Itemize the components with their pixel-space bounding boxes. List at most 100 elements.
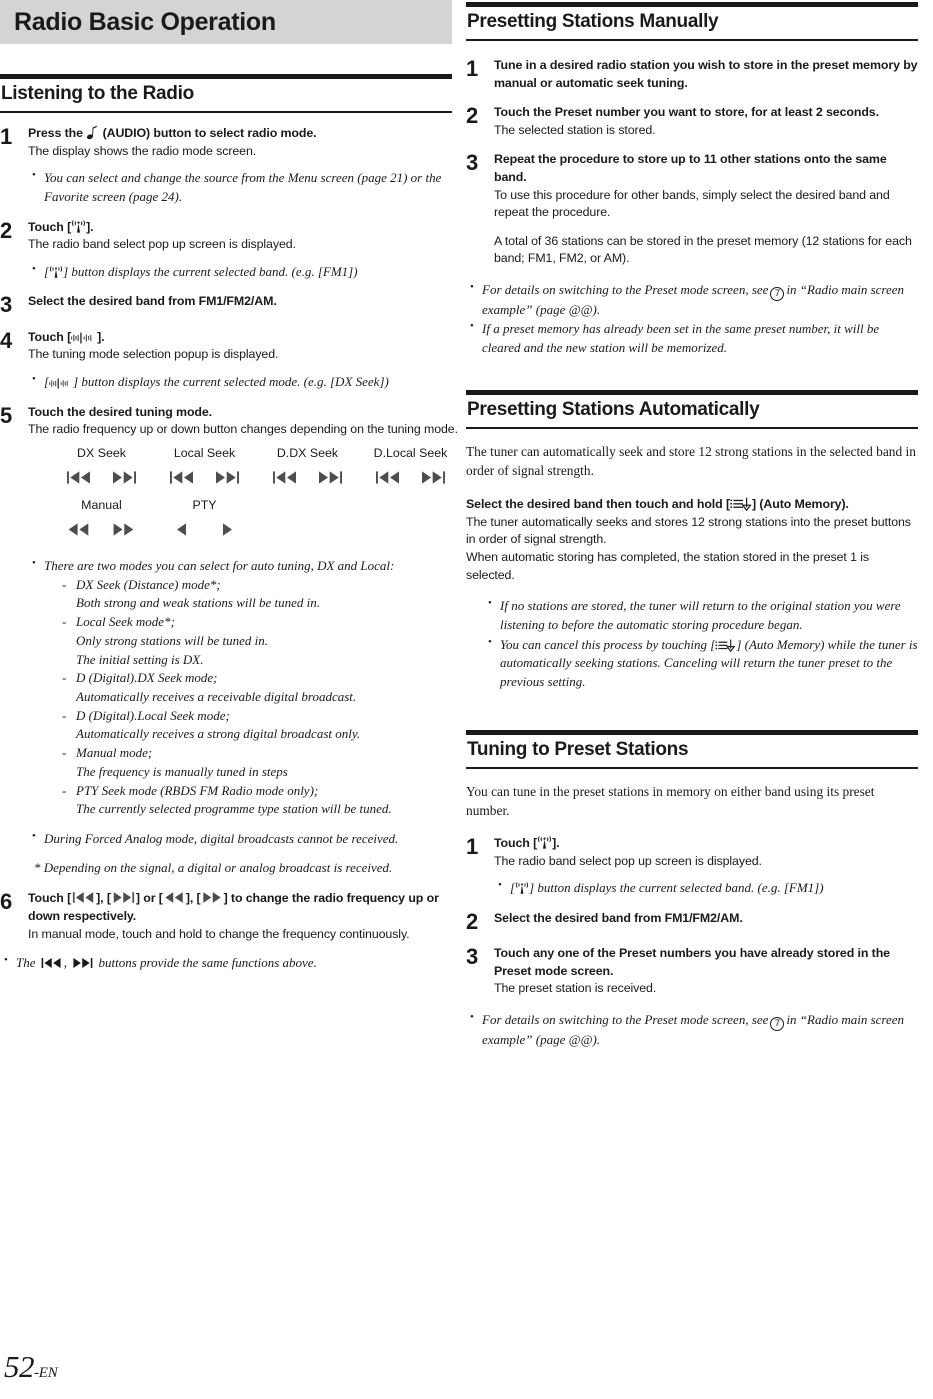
detail-item: Local Seek mode*; Only strong stations w… <box>60 613 462 669</box>
step-title-b: ], [ <box>96 891 111 906</box>
step-title: Touch [ ]. <box>28 219 452 237</box>
section-heading-listening: Listening to the Radio <box>0 74 452 113</box>
step-1: 1 Touch [ ]. The radio band select pop u… <box>466 835 918 898</box>
step-number: 4 <box>0 327 13 353</box>
tuning-notes: There are two modes you can select for a… <box>28 556 462 819</box>
final-note-list: The , buttons provide the same func <box>0 953 452 973</box>
tuning-mode-label: Local Seek <box>173 445 236 460</box>
step-title: Touch [ ], [ ] or [], [] to change the… <box>28 890 452 925</box>
antenna-icon <box>49 265 63 279</box>
step-title: Touch any one of the Preset numbers you … <box>494 946 890 978</box>
step-title-pre: Touch [ <box>494 836 538 851</box>
chapter-banner: Radio Basic Operation <box>0 0 452 44</box>
note-item: The , buttons provide the same func <box>0 953 452 973</box>
right-column: Presetting Stations Manually 1 Tune in a… <box>466 0 918 1049</box>
step-title: Touch [ ]. <box>494 835 918 853</box>
step-desc: The selected station is stored. <box>494 122 656 137</box>
note-item: You can cancel this process by touching … <box>484 635 918 692</box>
detail-item: D (Digital).Local Seek mode; Automatical… <box>60 707 462 744</box>
step-5: 5 Touch the desired tuning mode. The rad… <box>0 402 458 878</box>
step-number: 2 <box>466 103 479 129</box>
step-title-post: (AUDIO) button to select radio mode. <box>102 125 317 140</box>
note-item: [ ] button displays the current selected… <box>28 262 452 282</box>
step-3: 3 Select the desired band from FM1/FM2/A… <box>0 293 452 316</box>
step-number: 3 <box>466 150 479 176</box>
note-item: [ ] button displays the current selected… <box>494 878 918 898</box>
tuning-mode-detail-list: DX Seek (Distance) mode*; Both strong an… <box>60 576 462 819</box>
forced-analog-note: During Forced Analog mode, digital broad… <box>28 829 462 849</box>
tuning-mode-dx-seek: DX Seek <box>50 444 153 491</box>
step-title: Press the (AUDIO) button to select radio… <box>28 125 452 143</box>
skip-next-icon <box>111 890 136 905</box>
skip-previous-icon[interactable] <box>375 469 401 486</box>
skip-next-icon <box>70 956 95 970</box>
step-1: 1 Press the (AUDIO) button to select rad… <box>0 125 452 207</box>
section-title: Tuning to Preset Stations <box>467 738 689 760</box>
note-post: ] button displays the current selected b… <box>529 880 824 896</box>
section-notes: For details on switching to the Preset m… <box>466 1010 918 1049</box>
tuning-mode-manual: Manual <box>50 496 153 543</box>
tuning-mode-local-seek: Local Seek <box>153 444 256 491</box>
tuning-mode-label: PTY <box>192 498 217 513</box>
step-title-pre: Press the <box>28 125 83 140</box>
step-title: Tune in a desired radio station you wish… <box>494 57 918 90</box>
section-intro: The tuner can automatically seek and sto… <box>466 443 916 479</box>
step-title-pre: Touch [ <box>28 329 72 344</box>
tuning-mode-pty: PTY <box>153 496 256 543</box>
page-footer: 52-EN <box>4 1349 58 1385</box>
note-item: For details on switching to the Preset m… <box>466 280 918 319</box>
step-desc: The tuning mode selection popup is displ… <box>28 347 279 362</box>
skip-next-icon[interactable] <box>317 469 343 486</box>
step-title: Select the desired band from FM1/FM2/AM. <box>28 294 277 309</box>
note-post: ] button displays the current selected m… <box>73 373 389 389</box>
step-notes: You can select and change the source fro… <box>28 168 452 206</box>
step-1: 1 Tune in a desired radio station you wi… <box>466 57 918 92</box>
section-heading-presetting-automatically: Presetting Stations Automatically <box>466 389 918 429</box>
rewind-icon[interactable] <box>67 521 91 538</box>
step-title: Touch the desired tuning mode. <box>28 404 213 419</box>
step-desc: The radio frequency up or down button ch… <box>28 422 458 437</box>
note-post: ] button displays the current selected b… <box>63 263 358 279</box>
chapter-title: Radio Basic Operation <box>14 7 276 36</box>
antenna-icon <box>515 882 529 895</box>
step-notes: [ ] button displays the current selected… <box>494 878 918 898</box>
step-desc: The radio band select pop up screen is d… <box>494 853 762 868</box>
note-pre: For details on switching to the Preset m… <box>482 1011 769 1027</box>
skip-previous-icon[interactable] <box>272 469 298 486</box>
tuning-mode-d-dx-seek: D.DX Seek <box>256 444 359 491</box>
step-desc: The preset station is received. <box>494 981 657 996</box>
step-title: Touch [ ]. <box>28 329 452 347</box>
footnote-star: * Depending on the signal, a digital or … <box>34 859 393 875</box>
triangle-right-icon[interactable] <box>220 521 234 538</box>
step-4: 4 Touch []. The tuning mode selection p… <box>0 329 452 392</box>
fast-forward-icon[interactable] <box>112 521 136 538</box>
step-title: Select the desired band from FM1/FM2/AM. <box>494 911 743 926</box>
step-notes: [ ] b <box>28 372 452 392</box>
manual-page: Radio Basic Operation Listening to the R… <box>0 0 933 1399</box>
skip-next-icon[interactable] <box>214 469 240 486</box>
music-note-icon <box>86 125 99 140</box>
step-number: 2 <box>0 217 13 243</box>
note-pre: You can cancel this process by touching … <box>500 636 716 652</box>
step-title: Repeat the procedure to store up to 11 o… <box>494 152 887 184</box>
triangle-left-icon[interactable] <box>175 521 189 538</box>
step-title-post: ]. <box>97 329 105 344</box>
detail-item: PTY Seek mode (RBDS FM Radio mode only);… <box>60 782 462 819</box>
page-number: 52 <box>4 1349 35 1384</box>
skip-previous-icon[interactable] <box>66 469 92 486</box>
step-2: 2 Touch [ ]. The radio band select pop u… <box>0 219 452 282</box>
skip-next-icon[interactable] <box>420 469 446 486</box>
step-2: 2 Select the desired band from FM1/FM2/A… <box>466 910 918 933</box>
tuning-row: Manual PTY <box>50 496 462 543</box>
circled-number-7: 7 <box>770 1016 785 1031</box>
step-number: 5 <box>0 402 13 428</box>
step-3: 3 Touch any one of the Preset numbers yo… <box>466 945 918 998</box>
step-desc: The radio band select pop up screen is d… <box>28 237 296 252</box>
skip-previous-icon[interactable] <box>169 469 195 486</box>
antenna-icon <box>71 219 86 234</box>
auto-memory-notes: If no stations are stored, the tuner wil… <box>484 596 918 692</box>
skip-previous-icon <box>39 956 64 970</box>
note-item: If no stations are stored, the tuner wil… <box>484 596 918 634</box>
skip-next-icon[interactable] <box>111 469 137 486</box>
tuning-mode-label: D.DX Seek <box>276 445 339 460</box>
